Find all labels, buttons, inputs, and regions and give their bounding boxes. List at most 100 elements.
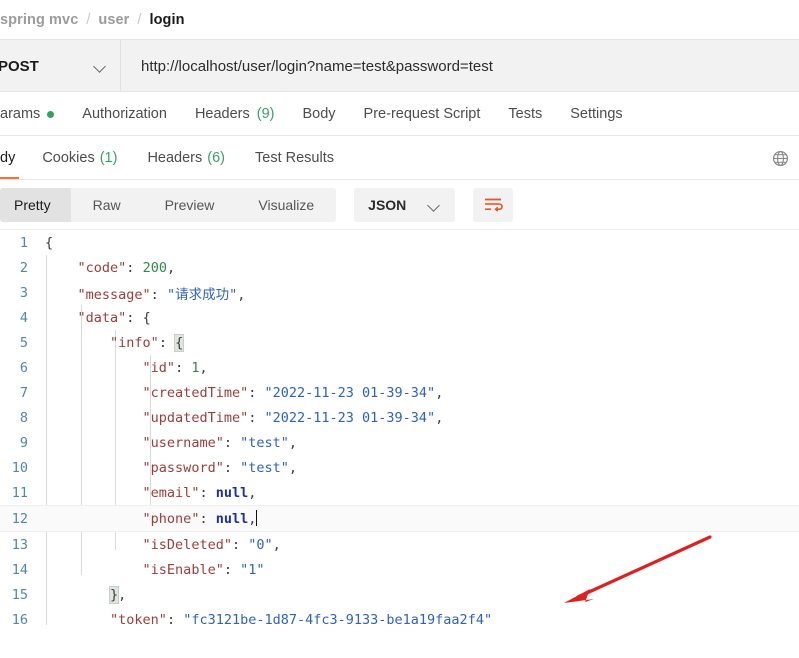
matching-brace-highlight: { <box>174 333 185 352</box>
line-number: 16 <box>11 611 28 628</box>
code-line: 17 } <box>0 632 799 639</box>
code-content: "updatedTime": "2022-11-23 01-39-34", <box>142 409 444 426</box>
response-tabs: dy Cookies (1) Headers (6) Test Results <box>0 136 799 180</box>
tab-headers-label: Headers <box>194 106 250 122</box>
code-content: "username": "test", <box>142 434 298 451</box>
tab-pre-request-script[interactable]: Pre-request Script <box>350 92 495 136</box>
breadcrumb-item-collection[interactable]: spring mvc <box>0 12 78 28</box>
line-number: 11 <box>11 484 28 501</box>
response-language-label: JSON <box>368 197 407 213</box>
line-number: 6 <box>19 359 28 376</box>
code-line: 16 "token": "fc3121be-1d87-4fc3-9133-be1… <box>0 607 799 632</box>
code-line: 10 "password": "test", <box>0 455 799 480</box>
tab-params-label: arams <box>0 106 41 122</box>
format-mode-group: Pretty Raw Preview Visualize <box>0 188 337 222</box>
line-number: 10 <box>11 459 28 476</box>
code-line: 7 "createdTime": "2022-11-23 01-39-34", <box>0 380 799 405</box>
breadcrumb-separator: / <box>137 12 142 28</box>
tab-body-label: Body <box>302 106 336 122</box>
tab-params[interactable]: arams <box>0 92 68 136</box>
tab-pre-request-script-label: Pre-request Script <box>363 106 481 122</box>
breadcrumb: spring mvc / user / login <box>0 0 799 40</box>
line-number: 17 <box>0 637 34 639</box>
code-content: { <box>45 234 54 251</box>
response-language-selector[interactable]: JSON <box>354 188 456 222</box>
code-line: 11 "email": null, <box>0 480 799 505</box>
code-content: } <box>34 637 86 639</box>
chevron-down-icon <box>428 199 441 212</box>
code-content: "password": "test", <box>142 459 298 476</box>
line-number: 3 <box>19 284 28 301</box>
line-number: 7 <box>19 384 28 401</box>
format-mode-raw[interactable]: Raw <box>71 188 143 222</box>
format-mode-pretty[interactable]: Pretty <box>0 188 71 222</box>
request-url-bar: POST http://localhost/user/login?name=te… <box>0 40 799 92</box>
tab-settings[interactable]: Settings <box>556 92 636 136</box>
code-line: 13 "isDeleted": "0", <box>0 532 799 557</box>
code-line: 14 "isEnable": "1" <box>0 557 799 582</box>
http-method-selector[interactable]: POST <box>0 40 121 92</box>
matching-brace-highlight: } <box>109 585 120 604</box>
request-tabs: arams Authorization Headers (9) Body Pre… <box>0 92 799 136</box>
breadcrumb-separator: / <box>86 12 91 28</box>
line-number: 9 <box>19 434 28 451</box>
code-content: "info": { <box>110 333 185 352</box>
tab-tests-label: Tests <box>508 106 543 122</box>
response-tab-cookies-count: (1) <box>99 150 118 166</box>
code-content: "createdTime": "2022-11-23 01-39-34", <box>142 384 444 401</box>
response-tab-test-results-label: Test Results <box>255 150 334 166</box>
code-line: 5 "info": { <box>0 330 799 355</box>
line-number: 14 <box>11 561 28 578</box>
response-tab-body-label: dy <box>0 150 16 166</box>
tab-authorization[interactable]: Authorization <box>68 92 181 136</box>
line-number: 15 <box>11 586 28 603</box>
breadcrumb-item-request[interactable]: login <box>149 12 184 28</box>
code-line: 15 }, <box>0 582 799 607</box>
response-tab-cookies[interactable]: Cookies (1) <box>27 136 132 180</box>
code-content: "isEnable": "1" <box>142 561 265 578</box>
code-content: "token": "fc3121be-1d87-4fc3-9133-be1a19… <box>110 611 493 628</box>
code-line-active: 12 "phone": null, <box>0 505 799 532</box>
format-mode-preview[interactable]: Preview <box>143 188 237 222</box>
code-content: "email": null, <box>142 484 257 501</box>
postman-response-view: spring mvc / user / login POST http://lo… <box>0 0 799 658</box>
request-url-input[interactable]: http://localhost/user/login?name=test&pa… <box>121 40 799 92</box>
response-tab-headers-count: (6) <box>207 150 225 166</box>
format-mode-visualize[interactable]: Visualize <box>236 188 336 222</box>
code-line: 6 "id": 1, <box>0 355 799 380</box>
code-content: "code": 200, <box>77 259 176 276</box>
http-method-label: POST <box>0 57 39 75</box>
params-indicator-dot <box>47 110 55 118</box>
code-content: "isDeleted": "0", <box>142 536 281 553</box>
line-number: 5 <box>19 334 28 351</box>
code-line: 8 "updatedTime": "2022-11-23 01-39-34", <box>0 405 799 430</box>
code-line: 4 "data": { <box>0 305 799 330</box>
response-body-editor[interactable]: 1 { 2 "code": 200, 3 "message": "请求成功", … <box>0 230 799 638</box>
tab-body[interactable]: Body <box>288 92 349 136</box>
line-number: 13 <box>11 536 28 553</box>
word-wrap-button[interactable] <box>473 188 514 222</box>
tab-authorization-label: Authorization <box>82 106 167 122</box>
response-tab-headers[interactable]: Headers (6) <box>132 136 240 180</box>
chevron-down-icon <box>94 60 107 73</box>
line-number: 4 <box>19 309 28 326</box>
code-content: "phone": null, <box>142 510 258 527</box>
response-tab-body[interactable]: dy <box>0 136 27 180</box>
code-content: "data": { <box>77 309 151 326</box>
tab-headers-count: (9) <box>256 106 275 122</box>
response-tab-headers-label: Headers <box>147 150 203 166</box>
tab-headers[interactable]: Headers (9) <box>181 92 289 136</box>
code-content: }, <box>109 585 127 604</box>
line-number: 12 <box>11 510 28 527</box>
code-line: 9 "username": "test", <box>0 430 799 455</box>
tab-tests[interactable]: Tests <box>494 92 556 136</box>
globe-icon[interactable] <box>771 149 799 168</box>
code-line: 3 "message": "请求成功", <box>0 280 799 305</box>
word-wrap-icon <box>485 198 504 212</box>
response-tab-cookies-label: Cookies <box>42 150 95 166</box>
breadcrumb-item-folder[interactable]: user <box>98 12 129 28</box>
text-cursor <box>256 510 258 526</box>
code-content: "id": 1, <box>142 359 208 376</box>
code-line: 1 { <box>0 230 799 255</box>
response-tab-test-results[interactable]: Test Results <box>240 136 349 180</box>
